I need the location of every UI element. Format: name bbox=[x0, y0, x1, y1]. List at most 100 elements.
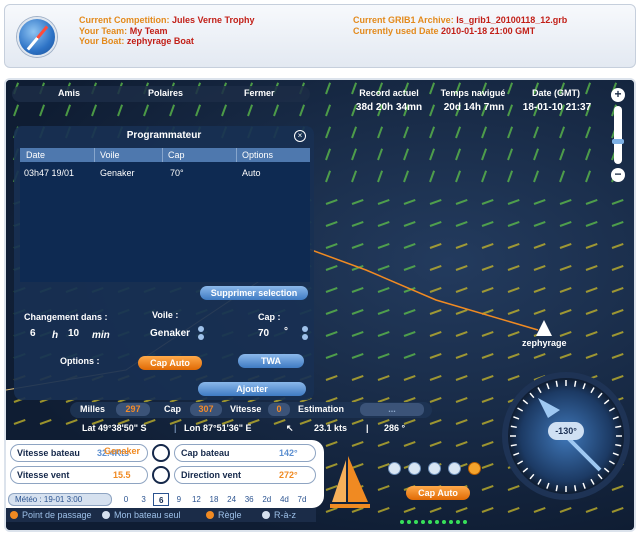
az-dot-icon[interactable] bbox=[262, 511, 270, 519]
status-dot bbox=[463, 520, 467, 524]
column-sail[interactable]: Voile bbox=[100, 150, 120, 160]
status-dot bbox=[428, 520, 432, 524]
hours-value[interactable]: 6 bbox=[30, 328, 36, 339]
programmer-title: Programmateur bbox=[126, 130, 202, 141]
my-boat-label[interactable]: Mon bateau seul bbox=[114, 510, 181, 520]
sail-option-5[interactable] bbox=[468, 462, 481, 475]
meteo-step[interactable]: 6 bbox=[153, 493, 170, 506]
wind-direction-box: Direction vent 272° bbox=[174, 466, 316, 484]
miles-bar: Milles 297 Cap 307 Vitesse 0 Estimation … bbox=[70, 402, 432, 418]
table-header: Date Voile Cap Options bbox=[20, 148, 310, 162]
friends-menu-item[interactable]: Amis bbox=[58, 88, 80, 98]
meteo-step[interactable]: 36 bbox=[241, 493, 257, 506]
team-value: My Team bbox=[129, 25, 168, 36]
wind-icon bbox=[152, 466, 170, 484]
heading-compass[interactable]: -130° bbox=[502, 372, 630, 500]
zoom-slider[interactable] bbox=[614, 106, 622, 164]
zoom-slider-thumb[interactable] bbox=[612, 138, 624, 144]
separator: | bbox=[366, 423, 369, 433]
meteo-step[interactable]: 2d bbox=[259, 493, 275, 506]
add-button[interactable]: Ajouter bbox=[198, 382, 306, 396]
boat-heading-box: Cap bateau 142° bbox=[174, 444, 316, 462]
record-value: 38d 20h 34mn bbox=[355, 102, 423, 113]
used-date-value: 2010-01-18 21:00 GMT bbox=[441, 25, 536, 36]
miles-value: 297 bbox=[116, 403, 150, 416]
column-options[interactable]: Options bbox=[242, 150, 273, 160]
rule-label[interactable]: Règle bbox=[218, 510, 242, 520]
waypoint-dot-icon[interactable] bbox=[10, 511, 18, 519]
date-gmt-value: 18-01-10 21:37 bbox=[522, 102, 592, 113]
sail-option-2[interactable] bbox=[408, 462, 421, 475]
wind-speed-label: Vitesse vent bbox=[17, 470, 70, 480]
cap-auto-button[interactable]: Cap Auto bbox=[138, 356, 202, 370]
used-date-label: Currently used Date bbox=[353, 25, 439, 36]
meteo-step[interactable]: 18 bbox=[206, 493, 222, 506]
sail-value[interactable]: Genaker bbox=[150, 328, 190, 339]
status-dot bbox=[400, 520, 404, 524]
status-dot bbox=[407, 520, 411, 524]
meteo-step[interactable]: 3 bbox=[136, 493, 152, 506]
top-menu: Amis Polaires Fermer bbox=[12, 86, 310, 102]
close-icon[interactable]: × bbox=[294, 130, 306, 142]
sail-cap-auto-button[interactable]: Cap Auto bbox=[406, 486, 470, 500]
heading-value[interactable]: 70 bbox=[258, 328, 269, 339]
sail-stepper[interactable] bbox=[198, 326, 204, 340]
game-area: Amis Polaires Fermer Record actuel 38d 2… bbox=[4, 78, 636, 532]
sail-label: Voile : bbox=[152, 310, 179, 320]
cap-label: Cap bbox=[164, 404, 182, 414]
safari-compass-icon bbox=[17, 17, 57, 57]
status-dot bbox=[442, 520, 446, 524]
grib-label: Current GRIB1 Archive: bbox=[353, 15, 454, 25]
waypoint-label[interactable]: Point de passage bbox=[22, 510, 92, 520]
zoom-out-button[interactable]: − bbox=[611, 168, 625, 182]
longitude: Lon 87°51'36" E bbox=[184, 423, 252, 433]
wind-direction-value: 272° bbox=[279, 470, 298, 480]
estimation-value: ... bbox=[360, 403, 424, 416]
az-label[interactable]: R-à-z bbox=[274, 510, 296, 520]
sail-option-3[interactable] bbox=[428, 462, 441, 475]
column-date[interactable]: Date bbox=[26, 150, 45, 160]
polars-menu-item[interactable]: Polaires bbox=[148, 88, 183, 98]
sail-option-4[interactable] bbox=[448, 462, 461, 475]
heading-unit: ° bbox=[284, 326, 288, 337]
date-gmt-label: Date (GMT) bbox=[532, 88, 580, 98]
programmer-panel: Programmateur × Date Voile Cap Options 0… bbox=[14, 126, 314, 400]
zoom-in-button[interactable]: + bbox=[611, 88, 625, 102]
grib-value: ls_grib1_20100118_12.grb bbox=[456, 15, 568, 25]
meteo-step[interactable]: 12 bbox=[188, 493, 204, 506]
info-panel: Current Competition: Jules Verne Trophy … bbox=[4, 4, 636, 68]
wind-speed-box: Vitesse vent 15.5 bbox=[10, 466, 148, 484]
latitude: Lat 49°38'50" S bbox=[82, 423, 147, 433]
sail-option-1[interactable] bbox=[388, 462, 401, 475]
boat-value: zephyrage Boat bbox=[126, 36, 194, 46]
wind-direction-label: Direction vent bbox=[181, 470, 242, 480]
meteo-step[interactable]: 4d bbox=[276, 493, 292, 506]
options-label: Options : bbox=[60, 356, 100, 366]
heading-stepper[interactable] bbox=[302, 326, 308, 340]
rule-dot-icon[interactable] bbox=[206, 511, 214, 519]
sailed-time-label: Temps navigué bbox=[440, 88, 506, 98]
meteo-step[interactable]: 0 bbox=[118, 493, 134, 506]
hours-unit: h bbox=[52, 330, 59, 341]
my-boat-dot-icon[interactable] bbox=[102, 511, 110, 519]
status-dot bbox=[421, 520, 425, 524]
close-menu-item[interactable]: Fermer bbox=[244, 88, 275, 98]
meteo-timeline: Météo : 19-01 3:00 0 3 6 9 12 18 24 36 2d 4d 7d bbox=[8, 493, 316, 506]
speed-label: Vitesse bbox=[230, 404, 262, 414]
delete-selection-button[interactable]: Supprimer selection bbox=[200, 286, 308, 300]
meteo-step[interactable]: 24 bbox=[224, 493, 240, 506]
twa-button[interactable]: TWA bbox=[238, 354, 304, 368]
minutes-value[interactable]: 10 bbox=[68, 328, 79, 339]
miles-label: Milles bbox=[80, 404, 106, 414]
competition-info: Current Competition: Jules Verne Trophy … bbox=[79, 15, 255, 47]
record-label: Record actuel bbox=[359, 88, 419, 98]
team-label: Your Team: bbox=[79, 25, 128, 36]
programmer-table: Date Voile Cap Options 03h47 19/01 Genak… bbox=[20, 148, 310, 282]
minutes-unit: min bbox=[92, 330, 110, 341]
column-heading[interactable]: Cap bbox=[168, 150, 185, 160]
meteo-step[interactable]: 9 bbox=[171, 493, 187, 506]
row-sail: Genaker bbox=[100, 168, 135, 178]
compass-value: -130° bbox=[548, 422, 584, 440]
meteo-step[interactable]: 7d bbox=[294, 493, 310, 506]
boat-icon bbox=[152, 444, 170, 462]
